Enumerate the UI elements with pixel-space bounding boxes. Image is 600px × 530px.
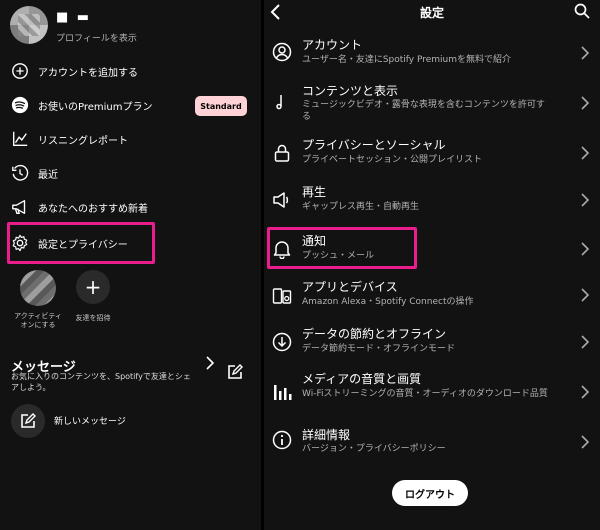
plan-badge: Standard [195, 96, 247, 116]
new-message-label[interactable]: 新しいメッセージ [54, 414, 126, 427]
chevron-right-icon [581, 335, 590, 349]
settings-row-title: アプリとデバイス [302, 280, 398, 294]
music-note-icon [272, 92, 292, 112]
logout-button[interactable]: ログアウト [392, 480, 468, 506]
settings-row-subtitle: Wi-Fiストリーミングの音質・オーディオのダウンロード品質 [302, 389, 548, 399]
settings-row-subtitle: ギャップレス再生・自動再生 [302, 202, 420, 212]
settings-row-subtitle: データ節約モード・オフラインモード [302, 344, 456, 354]
chart-line-icon [11, 130, 29, 148]
chevron-right-icon[interactable] [205, 355, 215, 374]
settings-row-playback[interactable]: 再生 ギャップレス再生・自動再生 [264, 183, 600, 219]
settings-row-data-saver[interactable]: データの節約とオフライン データ節約モード・オフラインモード [264, 325, 600, 361]
settings-row-apps-devices[interactable]: アプリとデバイス Amazon Alexa・Spotify Connectの操作 [264, 278, 600, 314]
megaphone-icon [11, 198, 29, 216]
new-message-button[interactable] [11, 404, 45, 438]
view-profile-link[interactable]: プロフィールを表示 [56, 31, 137, 44]
speaker-icon [272, 190, 292, 210]
menu-item-listening-report[interactable]: リスニングレポート [0, 124, 261, 154]
settings-row-media-quality[interactable]: メディアの音質と画質 Wi-Fiストリーミングの音質・オーディオのダウンロード品… [264, 370, 600, 414]
settings-row-content[interactable]: コンテンツと表示 ミュージックビデオ・露骨な表現を含むコンテンツを許可する [264, 82, 600, 126]
settings-row-title: データの節約とオフライン [302, 327, 447, 341]
settings-row-subtitle: プライベートセッション・公開プレイリスト [302, 155, 483, 165]
chevron-right-icon [581, 288, 590, 302]
settings-row-subtitle: Amazon Alexa・Spotify Connectの操作 [302, 297, 474, 307]
settings-row-title: メディアの音質と画質 [302, 372, 422, 386]
settings-row-subtitle: ユーザー名・友達にSpotify Premiumを無料で紹介 [302, 55, 512, 65]
spotify-icon [11, 96, 29, 114]
menu-item-add-account[interactable]: アカウントを追加する [0, 56, 261, 86]
info-icon [272, 430, 292, 450]
friend-avatar[interactable] [20, 270, 56, 306]
download-circle-icon [272, 332, 292, 352]
settings-screen: 設定 アカウント ユーザー名・友達にSpotify Premiumを無料で紹介 … [264, 0, 600, 530]
menu-item-recent[interactable]: 最近 [0, 158, 261, 188]
chevron-right-icon [581, 46, 590, 60]
profile-drawer: ■ ▬ プロフィールを表示 アカウントを追加する お使いのPremiumプラン … [0, 0, 261, 530]
invite-friends-button[interactable]: + [76, 270, 110, 304]
settings-row-title: プライバシーとソーシャル [302, 138, 446, 152]
settings-row-title: アカウント [302, 38, 363, 52]
settings-row-account[interactable]: アカウント ユーザー名・友達にSpotify Premiumを無料で紹介 [264, 36, 600, 72]
plus-circle-icon [11, 62, 29, 80]
bars-icon [272, 382, 292, 402]
devices-icon [272, 286, 292, 306]
avatar[interactable] [10, 6, 48, 44]
search-icon [574, 3, 590, 19]
profile-header[interactable]: ■ ▬ プロフィールを表示 [10, 6, 250, 46]
chevron-right-icon [581, 193, 590, 207]
menu-item-label: アカウントを追加する [38, 67, 138, 79]
highlight-box [267, 227, 417, 269]
settings-row-about[interactable]: 詳細情報 バージョン・プライバシーポリシー [264, 426, 600, 462]
menu-item-label: お使いのPremiumプラン [38, 101, 153, 113]
menu-item-label: リスニングレポート [38, 135, 128, 147]
settings-row-subtitle: ミュージックビデオ・露骨な表現を含むコンテンツを許可する [302, 100, 545, 122]
compose-icon [21, 413, 36, 428]
chevron-right-icon [581, 96, 590, 110]
search-button[interactable] [574, 3, 590, 23]
settings-row-title: コンテンツと表示 [302, 84, 399, 98]
settings-row-title: 詳細情報 [302, 428, 351, 442]
page-title: 設定 [419, 6, 444, 20]
menu-item-whats-new[interactable]: あなたへのおすすめ新着 [0, 192, 261, 222]
history-clock-icon [11, 164, 29, 182]
menu-item-label: あなたへのおすすめ新着 [38, 203, 148, 215]
messages-subtitle: お気に入りのコンテンツを、Spotifyで友達とシェアしよう。 [11, 372, 191, 392]
highlight-box [7, 222, 155, 264]
activity-caption-line2: オンにする [20, 321, 56, 329]
activity-caption-line1: アクティビティ [14, 312, 62, 320]
user-circle-icon [272, 42, 292, 62]
menu-item-label: 最近 [38, 169, 58, 181]
chevron-right-icon [581, 435, 590, 449]
chevron-right-icon [581, 385, 590, 399]
top-bar: 設定 [264, 0, 600, 26]
lock-icon [272, 143, 292, 163]
chevron-right-icon [581, 242, 590, 256]
compose-icon[interactable] [227, 364, 243, 384]
settings-row-title: 再生 [302, 185, 327, 199]
activity-caption: アクティビティ オンにする [8, 312, 68, 330]
invite-caption: 友達を招待 [75, 314, 111, 322]
settings-row-subtitle: バージョン・プライバシーポリシー [302, 444, 446, 454]
plus-icon: + [84, 275, 102, 299]
profile-name: ■ ▬ [56, 10, 92, 25]
chevron-right-icon [581, 146, 590, 160]
settings-row-privacy[interactable]: プライバシーとソーシャル プライベートセッション・公開プレイリスト [264, 136, 600, 172]
